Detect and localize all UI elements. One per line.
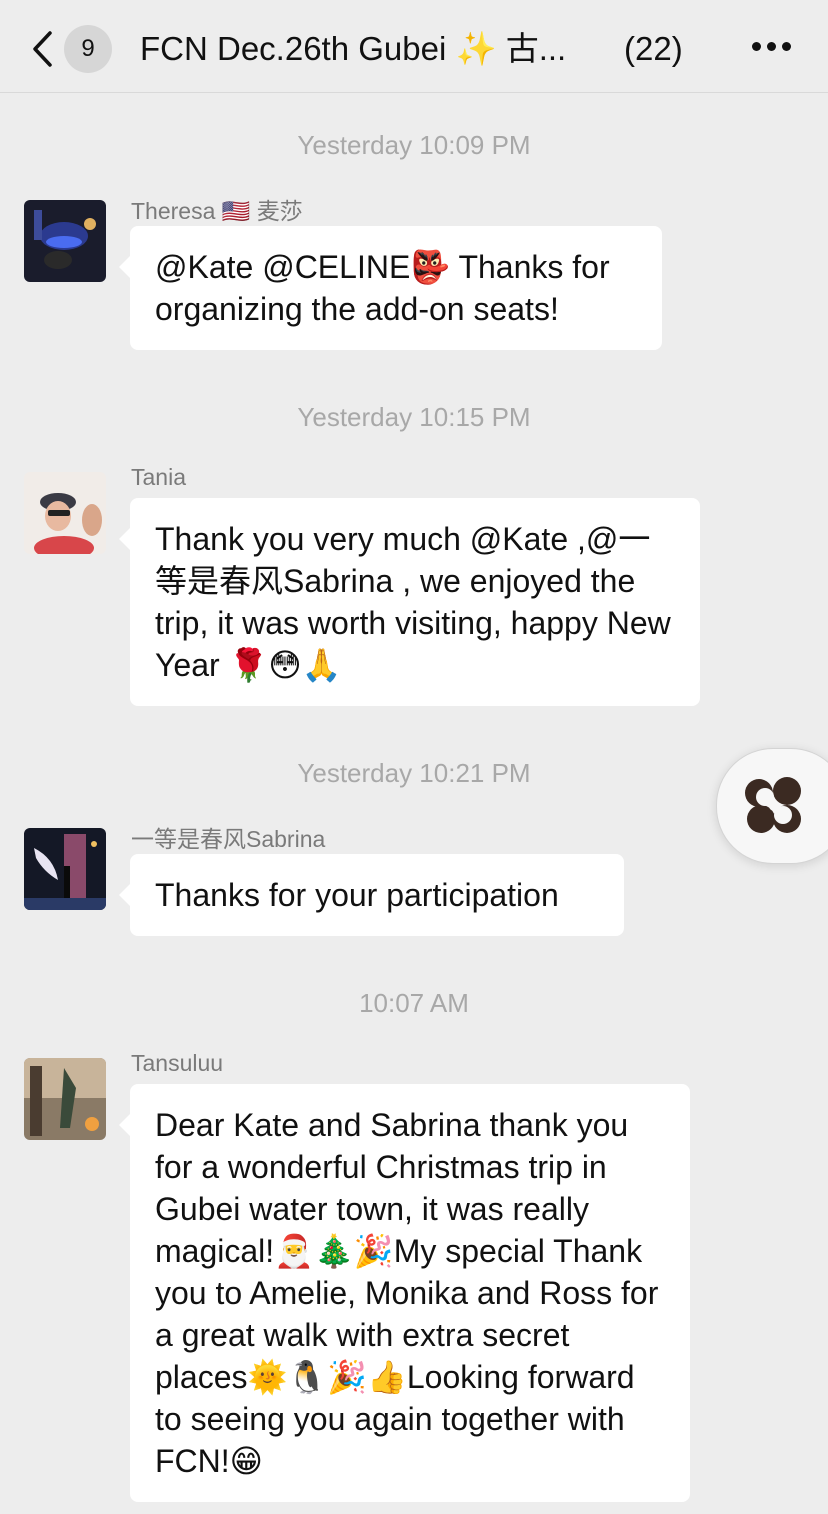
message-bubble[interactable]: Dear Kate and Sabrina thank you for a wo… <box>119 1084 690 1502</box>
avatar-sabrina[interactable] <box>24 828 106 910</box>
message-bubble[interactable]: Thank you very much @Kate ,@一等是春风Sabrina… <box>119 498 700 706</box>
avatar-theresa[interactable] <box>24 200 106 282</box>
sender-name: Tania <box>131 464 186 490</box>
message-timestamp: Yesterday 10:09 PM <box>297 130 531 160</box>
unread-count-badge[interactable]: 9 <box>64 25 112 73</box>
avatar-tania[interactable] <box>24 472 106 554</box>
chat-header: 9 FCN Dec.26th Gubei ✨ 古... (22) <box>0 0 828 93</box>
member-count: (22) <box>624 30 683 67</box>
chevron-left-icon[interactable] <box>30 30 56 68</box>
more-icon[interactable] <box>752 40 792 54</box>
message-bubble[interactable]: @Kate @CELINE👺 Thanks for organizing the… <box>119 226 662 350</box>
sender-name: 一等是春风Sabrina <box>131 826 326 852</box>
sender-name: Tansuluu <box>131 1050 224 1076</box>
chat-title: FCN Dec.26th Gubei ✨ 古... <box>140 30 567 67</box>
message-timestamp: 10:07 AM <box>359 988 469 1018</box>
message-timestamp: Yesterday 10:15 PM <box>297 402 531 432</box>
message-bubble[interactable]: Thanks for your participation <box>119 854 624 936</box>
avatar-tansuluu[interactable] <box>24 1058 106 1140</box>
message-timestamp: Yesterday 10:21 PM <box>297 758 531 788</box>
sender-name: Theresa 🇺🇸 麦莎 <box>131 198 303 224</box>
